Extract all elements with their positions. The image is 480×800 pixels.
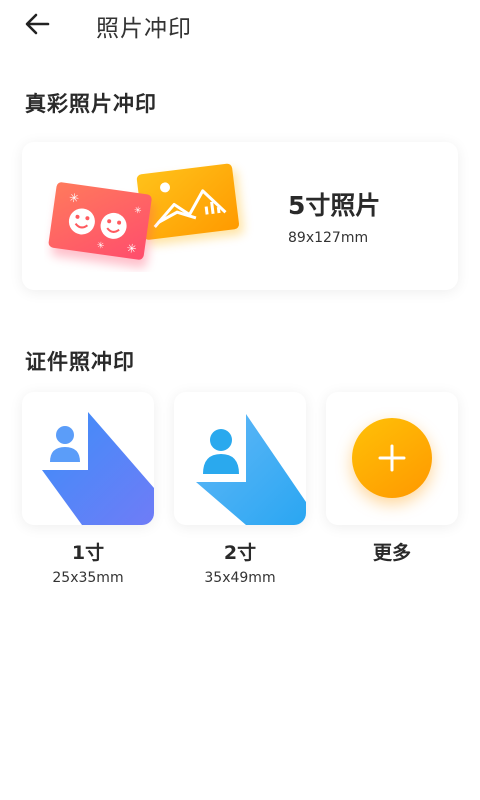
plus-icon	[378, 444, 406, 472]
photo-5inch-size: 89x127mm	[288, 230, 369, 246]
svg-text:✳: ✳	[126, 241, 138, 256]
section-title-id-photo: 证件照冲印	[25, 350, 135, 374]
plus-button[interactable]	[352, 418, 432, 498]
photo-print-illustration: ✳ ✳ ✳ ✳	[48, 163, 244, 269]
id-photo-icon	[42, 412, 154, 525]
arrow-left-icon	[25, 13, 50, 35]
id-photo-2inch-size: 35x49mm	[204, 570, 276, 586]
id-photo-1inch-size: 25x35mm	[52, 570, 124, 586]
id-photo-1inch-name: 1寸	[71, 542, 105, 564]
svg-text:✳: ✳	[68, 191, 80, 206]
id-photo-1inch-card[interactable]	[22, 392, 154, 525]
id-photo-2inch-name: 2寸	[223, 542, 257, 564]
section-title-color-photo: 真彩照片冲印	[25, 92, 157, 116]
photo-5inch-card[interactable]: ✳ ✳ ✳ ✳ 5寸照片 89x127mm	[22, 142, 458, 290]
id-photo-icon	[196, 414, 306, 525]
back-button[interactable]	[22, 9, 54, 39]
top-bar: 照片冲印	[0, 0, 480, 48]
more-options-card[interactable]	[326, 392, 458, 525]
more-options-label: 更多	[372, 542, 411, 564]
page-title: 照片冲印	[96, 16, 192, 42]
photo-5inch-name: 5寸照片	[288, 191, 381, 220]
id-photo-2inch-card[interactable]	[174, 392, 306, 525]
